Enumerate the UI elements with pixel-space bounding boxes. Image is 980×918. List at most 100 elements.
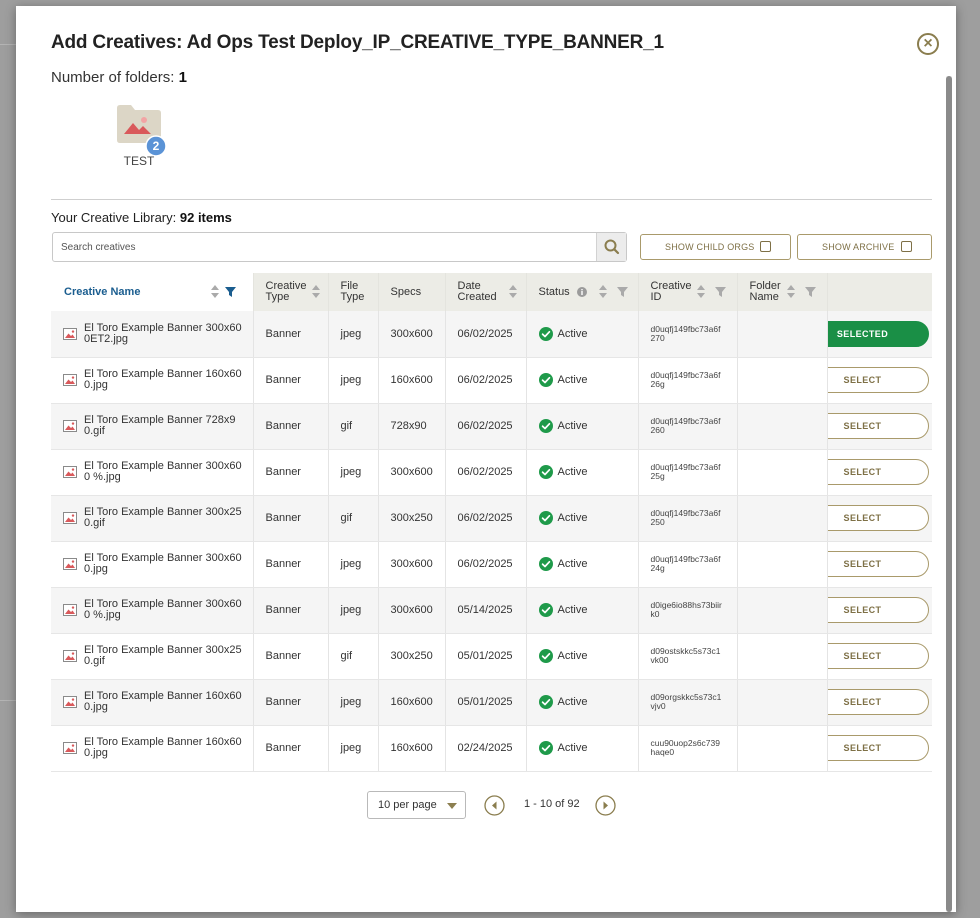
creative-name-text: El Toro Example Banner 300x600ET2.jpg	[84, 321, 242, 345]
sort-icon[interactable]	[311, 285, 320, 298]
image-icon	[63, 420, 77, 432]
show-archive-toggle[interactable]: SHOW ARCHIVE	[797, 234, 932, 260]
table-row[interactable]: El Toro Example Banner 300x600 %.jpg Bann…	[51, 587, 932, 634]
cell-action: SELECT	[827, 587, 932, 634]
cell-folder-name	[737, 679, 828, 726]
filter-icon[interactable]	[804, 286, 816, 297]
selected-button[interactable]: SELECTED	[827, 320, 929, 347]
sort-icon[interactable]	[211, 285, 219, 298]
cell-specs: 300x600	[378, 541, 446, 588]
cell-folder-name	[737, 403, 828, 450]
creative-name[interactable]: El Toro Example Banner 160x600.jpg	[63, 691, 252, 713]
sort-icon[interactable]	[696, 285, 705, 298]
cell-folder-name	[737, 633, 828, 680]
select-button[interactable]: SELECT	[827, 551, 929, 577]
creative-name[interactable]: El Toro Example Banner 300x600 %.jpg	[63, 599, 252, 621]
show-child-orgs-toggle[interactable]: SHOW CHILD ORGS	[640, 234, 791, 260]
select-button[interactable]: SELECT	[827, 505, 929, 531]
table-row[interactable]: El Toro Example Banner 300x250.gif Banner…	[51, 633, 932, 680]
scrollbar-thumb[interactable]	[946, 76, 952, 912]
table-row[interactable]: El Toro Example Banner 160x600.jpg Banner…	[51, 679, 932, 726]
select-button[interactable]: SELECT	[827, 597, 929, 623]
col-header-creative-id[interactable]: Creative ID	[638, 273, 738, 311]
cell-creative-type: Banner	[253, 311, 329, 358]
sort-icon[interactable]	[598, 285, 607, 298]
cell-action: SELECTED	[827, 311, 932, 358]
per-page-select[interactable]: 10 per page	[367, 791, 466, 819]
cell-date-created: 06/02/2025	[445, 495, 527, 542]
filter-icon[interactable]	[714, 286, 726, 297]
header-icons	[211, 285, 236, 298]
creative-name[interactable]: El Toro Example Banner 300x250.gif	[63, 507, 252, 529]
chevron-left-icon[interactable]	[484, 795, 505, 816]
cell-creative-id: d0uqfj149fbc73a6f24g	[638, 541, 738, 588]
modal-scrollbar[interactable]	[946, 76, 952, 912]
search-input[interactable]	[53, 233, 596, 261]
select-button[interactable]: SELECT	[827, 459, 929, 485]
creative-name[interactable]: El Toro Example Banner 160x600.jpg	[63, 369, 252, 391]
sort-icon[interactable]	[508, 285, 517, 298]
table-row[interactable]: El Toro Example Banner 300x250.gif Banner…	[51, 495, 932, 542]
cell-creative-id: d0ige6io88hs73biirk0	[638, 587, 738, 634]
search-button[interactable]	[596, 233, 626, 261]
search-box	[52, 232, 627, 262]
cell-status: Active	[526, 587, 639, 634]
check-circle-icon	[538, 741, 553, 755]
cell-specs: 160x600	[378, 357, 446, 404]
folder-test[interactable]: 2	[116, 102, 167, 157]
cell-action: SELECT	[827, 357, 932, 404]
cell-creative-id: d0uqfj149fbc73a6f250	[638, 495, 738, 542]
sort-icon[interactable]	[786, 285, 795, 298]
cell-creative-type: Banner	[253, 495, 329, 542]
table-header-row: Creative Name Creative Type File Type Sp…	[51, 273, 932, 311]
creative-id: d09ostskkc5s73c1vk00	[650, 646, 721, 665]
cell-action: SELECT	[827, 403, 932, 450]
col-header-status[interactable]: Status	[526, 273, 639, 311]
table-row[interactable]: El Toro Example Banner 300x600 %.jpg Bann…	[51, 449, 932, 496]
col-header-creative-name[interactable]: Creative Name	[51, 273, 254, 311]
check-circle-icon	[538, 649, 553, 663]
status-text: Active	[557, 512, 588, 524]
cell-specs: 300x250	[378, 633, 446, 680]
creatives-table: Creative Name Creative Type File Type Sp…	[51, 273, 932, 772]
select-button[interactable]: SELECT	[827, 735, 929, 761]
select-button[interactable]: SELECT	[827, 367, 929, 393]
status-badge: Active	[538, 511, 638, 525]
creative-name[interactable]: El Toro Example Banner 160x600.jpg	[63, 737, 252, 759]
table-row[interactable]: El Toro Example Banner 300x600.jpg Banner…	[51, 541, 932, 588]
folder-name[interactable]: TEST	[114, 154, 164, 168]
table-row[interactable]: El Toro Example Banner 300x600ET2.jpg Ban…	[51, 311, 932, 358]
close-icon[interactable]: ×	[917, 33, 939, 55]
show-child-orgs-checkbox[interactable]	[760, 241, 771, 252]
cell-folder-name	[737, 495, 828, 542]
status-badge: Active	[538, 603, 638, 617]
filter-icon[interactable]	[225, 286, 236, 297]
col-header-creative-type[interactable]: Creative Type	[253, 273, 329, 311]
info-icon[interactable]	[576, 286, 587, 297]
select-button[interactable]: SELECT	[827, 643, 929, 669]
select-button[interactable]: SELECT	[827, 413, 929, 439]
show-archive-checkbox[interactable]	[901, 241, 912, 252]
creative-name[interactable]: El Toro Example Banner 300x600 %.jpg	[63, 461, 252, 483]
table-row[interactable]: El Toro Example Banner 160x600.jpg Banner…	[51, 357, 932, 404]
status-text: Active	[557, 327, 588, 340]
chevron-right-icon[interactable]	[595, 795, 616, 816]
creative-name[interactable]: El Toro Example Banner 728x90.gif	[63, 415, 252, 437]
backdrop-line	[0, 44, 16, 45]
check-circle-icon	[538, 511, 553, 525]
col-header-folder-name[interactable]: Folder Name	[737, 273, 828, 311]
show-archive-label: SHOW ARCHIVE	[822, 242, 895, 252]
cell-creative-type: Banner	[253, 679, 329, 726]
table-row[interactable]: El Toro Example Banner 728x90.gif Banner g…	[51, 403, 932, 450]
creative-name[interactable]: El Toro Example Banner 300x600ET2.jpg	[63, 321, 252, 345]
filter-icon[interactable]	[616, 286, 628, 297]
image-icon	[63, 650, 77, 662]
status-text: Active	[557, 742, 588, 754]
table-row[interactable]: El Toro Example Banner 160x600.jpg Banner…	[51, 725, 932, 772]
status-text: Active	[557, 466, 588, 478]
creative-name[interactable]: El Toro Example Banner 300x250.gif	[63, 645, 252, 667]
col-header-date-created[interactable]: Date Created	[445, 273, 527, 311]
status-badge: Active	[538, 373, 638, 387]
creative-name[interactable]: El Toro Example Banner 300x600.jpg	[63, 553, 252, 575]
select-button[interactable]: SELECT	[827, 689, 929, 715]
